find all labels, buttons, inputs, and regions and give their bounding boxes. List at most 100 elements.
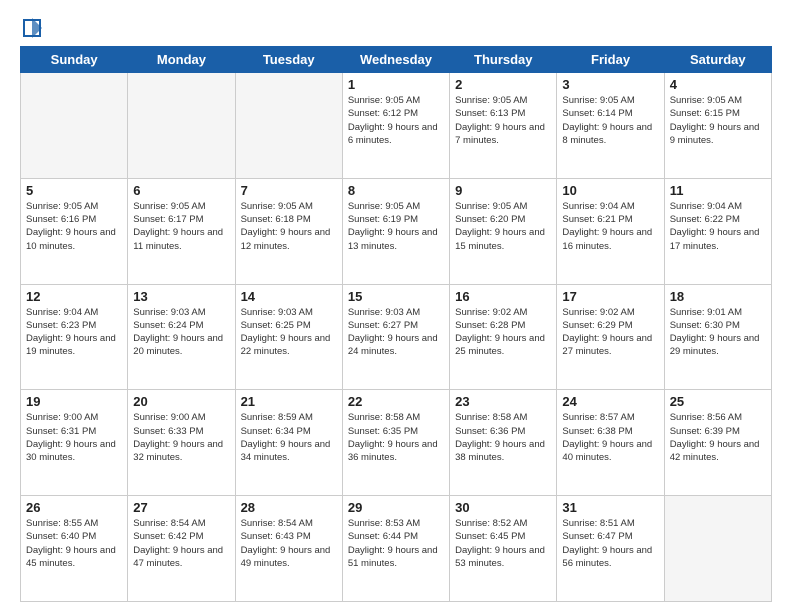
- calendar-cell: [21, 73, 128, 179]
- day-number: 1: [348, 77, 444, 92]
- weekday-header-cell: Wednesday: [342, 47, 449, 73]
- day-number: 29: [348, 500, 444, 515]
- day-info: Sunrise: 9:00 AM Sunset: 6:33 PM Dayligh…: [133, 411, 229, 464]
- day-number: 23: [455, 394, 551, 409]
- calendar-cell: 19 Sunrise: 9:00 AM Sunset: 6:31 PM Dayli…: [21, 390, 128, 496]
- day-number: 9: [455, 183, 551, 198]
- day-info: Sunrise: 8:54 AM Sunset: 6:43 PM Dayligh…: [241, 517, 337, 570]
- day-info: Sunrise: 9:05 AM Sunset: 6:15 PM Dayligh…: [670, 94, 766, 147]
- day-number: 14: [241, 289, 337, 304]
- day-info: Sunrise: 9:03 AM Sunset: 6:25 PM Dayligh…: [241, 306, 337, 359]
- day-info: Sunrise: 8:51 AM Sunset: 6:47 PM Dayligh…: [562, 517, 658, 570]
- day-info: Sunrise: 9:02 AM Sunset: 6:28 PM Dayligh…: [455, 306, 551, 359]
- weekday-header-cell: Tuesday: [235, 47, 342, 73]
- weekday-header-cell: Monday: [128, 47, 235, 73]
- day-info: Sunrise: 9:05 AM Sunset: 6:12 PM Dayligh…: [348, 94, 444, 147]
- day-number: 28: [241, 500, 337, 515]
- logo: [20, 16, 44, 36]
- day-number: 20: [133, 394, 229, 409]
- calendar-cell: 18 Sunrise: 9:01 AM Sunset: 6:30 PM Dayli…: [664, 284, 771, 390]
- calendar-cell: 11 Sunrise: 9:04 AM Sunset: 6:22 PM Dayli…: [664, 178, 771, 284]
- day-info: Sunrise: 9:01 AM Sunset: 6:30 PM Dayligh…: [670, 306, 766, 359]
- calendar-cell: 26 Sunrise: 8:55 AM Sunset: 6:40 PM Dayli…: [21, 496, 128, 602]
- day-number: 31: [562, 500, 658, 515]
- weekday-header-cell: Thursday: [450, 47, 557, 73]
- day-info: Sunrise: 8:57 AM Sunset: 6:38 PM Dayligh…: [562, 411, 658, 464]
- calendar-cell: 21Sunrise: 8:59 AM Sunset: 6:34 PM Dayli…: [235, 390, 342, 496]
- day-info: Sunrise: 9:05 AM Sunset: 6:14 PM Dayligh…: [562, 94, 658, 147]
- day-number: 3: [562, 77, 658, 92]
- calendar-cell: 31 Sunrise: 8:51 AM Sunset: 6:47 PM Dayli…: [557, 496, 664, 602]
- day-info: Sunrise: 9:03 AM Sunset: 6:27 PM Dayligh…: [348, 306, 444, 359]
- day-info: Sunrise: 8:55 AM Sunset: 6:40 PM Dayligh…: [26, 517, 122, 570]
- calendar-cell: 23 Sunrise: 8:58 AM Sunset: 6:36 PM Dayli…: [450, 390, 557, 496]
- day-info: Sunrise: 8:54 AM Sunset: 6:42 PM Dayligh…: [133, 517, 229, 570]
- calendar-cell: 12 Sunrise: 9:04 AM Sunset: 6:23 PM Dayli…: [21, 284, 128, 390]
- day-info: Sunrise: 9:05 AM Sunset: 6:16 PM Dayligh…: [26, 200, 122, 253]
- day-info: Sunrise: 9:05 AM Sunset: 6:20 PM Dayligh…: [455, 200, 551, 253]
- day-number: 8: [348, 183, 444, 198]
- calendar-cell: 10 Sunrise: 9:04 AM Sunset: 6:21 PM Dayli…: [557, 178, 664, 284]
- day-number: 26: [26, 500, 122, 515]
- day-info: Sunrise: 9:05 AM Sunset: 6:13 PM Dayligh…: [455, 94, 551, 147]
- day-info: Sunrise: 9:02 AM Sunset: 6:29 PM Dayligh…: [562, 306, 658, 359]
- calendar-cell: 4 Sunrise: 9:05 AM Sunset: 6:15 PM Daylig…: [664, 73, 771, 179]
- day-number: 17: [562, 289, 658, 304]
- calendar-cell: 20 Sunrise: 9:00 AM Sunset: 6:33 PM Dayli…: [128, 390, 235, 496]
- day-info: Sunrise: 8:53 AM Sunset: 6:44 PM Dayligh…: [348, 517, 444, 570]
- day-number: 13: [133, 289, 229, 304]
- calendar-row: 19 Sunrise: 9:00 AM Sunset: 6:31 PM Dayli…: [21, 390, 772, 496]
- calendar-cell: 6 Sunrise: 9:05 AM Sunset: 6:17 PM Daylig…: [128, 178, 235, 284]
- calendar-cell: 22Sunrise: 8:58 AM Sunset: 6:35 PM Dayli…: [342, 390, 449, 496]
- calendar-cell: [128, 73, 235, 179]
- calendar-row: 26 Sunrise: 8:55 AM Sunset: 6:40 PM Dayli…: [21, 496, 772, 602]
- day-info: Sunrise: 9:04 AM Sunset: 6:23 PM Dayligh…: [26, 306, 122, 359]
- calendar-cell: 14 Sunrise: 9:03 AM Sunset: 6:25 PM Dayli…: [235, 284, 342, 390]
- day-number: 21: [241, 394, 337, 409]
- day-info: Sunrise: 9:04 AM Sunset: 6:22 PM Dayligh…: [670, 200, 766, 253]
- day-number: 2: [455, 77, 551, 92]
- day-info: Sunrise: 8:56 AM Sunset: 6:39 PM Dayligh…: [670, 411, 766, 464]
- calendar-row: 12 Sunrise: 9:04 AM Sunset: 6:23 PM Dayli…: [21, 284, 772, 390]
- calendar-cell: 13 Sunrise: 9:03 AM Sunset: 6:24 PM Dayli…: [128, 284, 235, 390]
- day-number: 27: [133, 500, 229, 515]
- day-info: Sunrise: 9:04 AM Sunset: 6:21 PM Dayligh…: [562, 200, 658, 253]
- day-info: Sunrise: 9:05 AM Sunset: 6:17 PM Dayligh…: [133, 200, 229, 253]
- day-info: Sunrise: 9:05 AM Sunset: 6:18 PM Dayligh…: [241, 200, 337, 253]
- weekday-header-cell: Saturday: [664, 47, 771, 73]
- day-number: 30: [455, 500, 551, 515]
- day-number: 11: [670, 183, 766, 198]
- calendar-cell: [664, 496, 771, 602]
- logo-icon: [20, 16, 40, 36]
- calendar-cell: 17 Sunrise: 9:02 AM Sunset: 6:29 PM Dayli…: [557, 284, 664, 390]
- day-number: 12: [26, 289, 122, 304]
- calendar-cell: 30 Sunrise: 8:52 AM Sunset: 6:45 PM Dayli…: [450, 496, 557, 602]
- calendar-cell: 28 Sunrise: 8:54 AM Sunset: 6:43 PM Dayli…: [235, 496, 342, 602]
- calendar-cell: [235, 73, 342, 179]
- weekday-header: SundayMondayTuesdayWednesdayThursdayFrid…: [21, 47, 772, 73]
- calendar-cell: 1 Sunrise: 9:05 AM Sunset: 6:12 PM Daylig…: [342, 73, 449, 179]
- header: [20, 16, 772, 36]
- day-number: 16: [455, 289, 551, 304]
- calendar-cell: 15Sunrise: 9:03 AM Sunset: 6:27 PM Dayli…: [342, 284, 449, 390]
- calendar-body: 1 Sunrise: 9:05 AM Sunset: 6:12 PM Daylig…: [21, 73, 772, 602]
- day-number: 6: [133, 183, 229, 198]
- calendar-row: 1 Sunrise: 9:05 AM Sunset: 6:12 PM Daylig…: [21, 73, 772, 179]
- day-number: 4: [670, 77, 766, 92]
- day-info: Sunrise: 8:58 AM Sunset: 6:35 PM Dayligh…: [348, 411, 444, 464]
- calendar-cell: 29 Sunrise: 8:53 AM Sunset: 6:44 PM Dayli…: [342, 496, 449, 602]
- day-info: Sunrise: 8:52 AM Sunset: 6:45 PM Dayligh…: [455, 517, 551, 570]
- calendar-cell: 16 Sunrise: 9:02 AM Sunset: 6:28 PM Dayli…: [450, 284, 557, 390]
- day-info: Sunrise: 9:03 AM Sunset: 6:24 PM Dayligh…: [133, 306, 229, 359]
- day-number: 18: [670, 289, 766, 304]
- day-info: Sunrise: 9:00 AM Sunset: 6:31 PM Dayligh…: [26, 411, 122, 464]
- calendar-table: SundayMondayTuesdayWednesdayThursdayFrid…: [20, 46, 772, 602]
- day-number: 25: [670, 394, 766, 409]
- calendar-cell: 8Sunrise: 9:05 AM Sunset: 6:19 PM Daylig…: [342, 178, 449, 284]
- day-number: 7: [241, 183, 337, 198]
- day-number: 10: [562, 183, 658, 198]
- calendar-cell: 2 Sunrise: 9:05 AM Sunset: 6:13 PM Daylig…: [450, 73, 557, 179]
- page: SundayMondayTuesdayWednesdayThursdayFrid…: [0, 0, 792, 612]
- day-number: 19: [26, 394, 122, 409]
- day-info: Sunrise: 8:58 AM Sunset: 6:36 PM Dayligh…: [455, 411, 551, 464]
